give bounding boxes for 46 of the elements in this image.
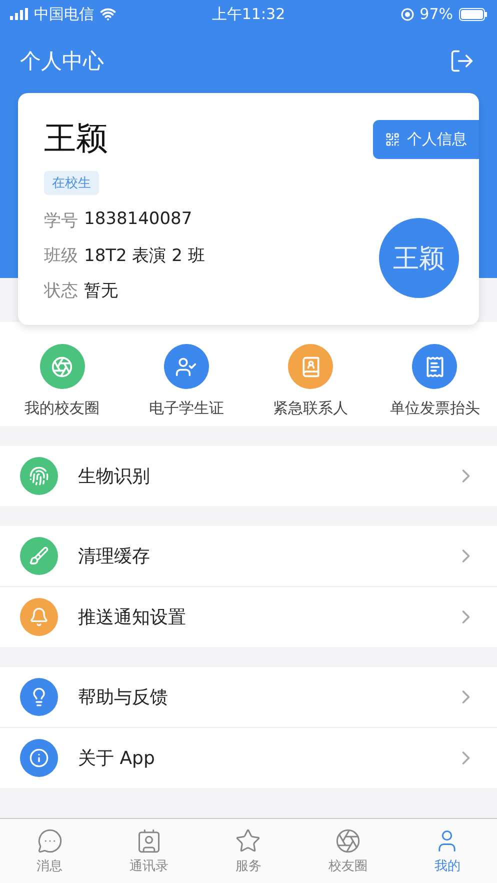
profile-info-button[interactable]: 个人信息 <box>373 120 479 159</box>
qr-code-icon <box>385 132 400 147</box>
tab-label: 校友圈 <box>328 858 368 874</box>
id-person-icon[interactable] <box>164 344 209 389</box>
battery-percent: 97% <box>420 5 454 23</box>
star-icon <box>235 828 262 854</box>
field-value: 1838140087 <box>84 209 192 231</box>
shortcut-label[interactable]: 单位发票抬头 <box>390 399 480 418</box>
aperture-icon[interactable] <box>40 344 85 389</box>
clock: 上午11:32 <box>212 4 286 24</box>
contact-card-icon <box>136 828 162 854</box>
chat-icon <box>36 828 63 854</box>
page-title: 个人中心 <box>20 48 104 75</box>
menu-row[interactable]: 清理缓存 <box>0 526 497 586</box>
menu-label: 推送通知设置 <box>78 606 187 629</box>
carrier-name: 中国电信 <box>34 4 94 24</box>
battery-icon <box>459 8 488 20</box>
menu-label: 关于 App <box>78 747 156 770</box>
shortcut-label[interactable]: 我的校友圈 <box>24 399 100 418</box>
shortcut-label[interactable]: 电子学生证 <box>148 399 224 418</box>
menu-row[interactable]: 关于 App <box>0 727 497 788</box>
field-label: 班级 <box>44 245 78 267</box>
signal-icon <box>10 8 28 20</box>
student-name: 王颖 <box>44 118 108 159</box>
tab-label: 消息 <box>36 858 63 874</box>
contact-book-icon[interactable] <box>288 344 334 389</box>
avatar: 王颖 <box>379 218 459 298</box>
field-value: 18T2 表演 2 班 <box>84 245 205 267</box>
logout-icon[interactable] <box>449 48 475 74</box>
tab-label: 服务 <box>235 858 262 874</box>
menu-label: 生物识别 <box>78 465 151 488</box>
field-label: 学号 <box>44 210 78 232</box>
wifi-icon <box>100 6 116 22</box>
tab-label: 我的 <box>434 858 460 874</box>
menu-row[interactable]: 生物识别 <box>0 446 497 506</box>
menu-row[interactable]: 推送通知设置 <box>0 586 497 647</box>
status-tag: 在校生 <box>44 171 99 195</box>
field-label: 状态 <box>44 280 78 302</box>
menu-label: 清理缓存 <box>78 545 151 568</box>
menu-label: 帮助与反馈 <box>78 686 169 709</box>
menu-row[interactable]: 帮助与反馈 <box>0 667 497 727</box>
shortcut-label[interactable]: 紧急联系人 <box>273 399 348 418</box>
aperture-icon <box>334 828 361 854</box>
receipt-icon[interactable] <box>412 344 458 389</box>
tab-label: 通讯录 <box>130 858 169 874</box>
field-value: 暂无 <box>84 280 118 302</box>
